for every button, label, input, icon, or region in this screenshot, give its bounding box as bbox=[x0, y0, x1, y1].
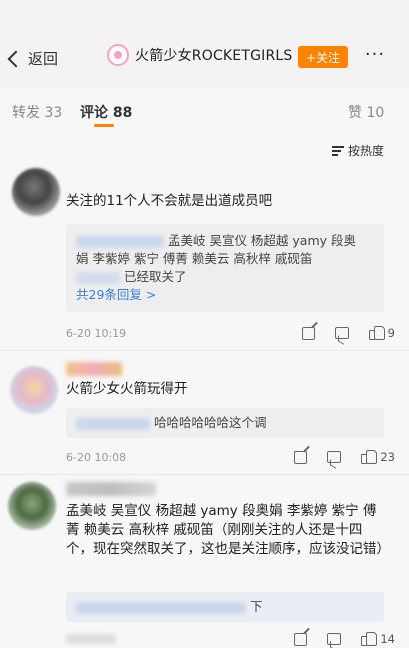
comment-actions: 9 bbox=[301, 326, 395, 340]
view-all-replies-link[interactable]: 共29条回复 > bbox=[76, 286, 374, 304]
reply-button[interactable] bbox=[327, 451, 342, 463]
thumbs-up-icon bbox=[361, 632, 378, 646]
comment-icon bbox=[334, 327, 349, 339]
timestamp: 6-20 10:19 bbox=[66, 326, 127, 340]
account-title[interactable]: 火箭少女ROCKETGIRLS bbox=[107, 44, 293, 66]
reply-user-name bbox=[76, 601, 246, 614]
account-avatar bbox=[107, 44, 129, 66]
user-name[interactable] bbox=[66, 482, 156, 496]
share-icon bbox=[294, 450, 308, 464]
divider bbox=[0, 350, 409, 351]
reply-preview[interactable]: 哈哈哈哈哈哈这个调 bbox=[66, 408, 384, 438]
avatar[interactable] bbox=[10, 366, 58, 414]
share-icon bbox=[294, 632, 308, 646]
comment-item: 关注的11个人不会就是出道成员吧 孟美岐 吴宣仪 杨超越 yamy 段奥 娟 李… bbox=[0, 168, 409, 354]
comment-text: 关注的11个人不会就是出道成员吧 bbox=[66, 193, 273, 209]
like-count: 23 bbox=[380, 450, 395, 464]
tab-likes[interactable]: 赞 10 bbox=[348, 102, 384, 122]
comment-text: 孟美岐 吴宣仪 杨超越 yamy 段奥娟 李紫婷 紫宁 傅菁 赖美云 高秋梓 戚… bbox=[66, 503, 390, 557]
share-button[interactable] bbox=[301, 326, 315, 340]
user-name[interactable] bbox=[66, 362, 122, 376]
divider bbox=[0, 474, 409, 475]
reply-preview[interactable]: 下 bbox=[66, 592, 384, 622]
back-label: 返回 bbox=[28, 50, 59, 68]
share-button[interactable] bbox=[294, 450, 308, 464]
share-icon bbox=[301, 326, 315, 340]
comment-item: 孟美岐 吴宣仪 杨超越 yamy 段奥娟 李紫婷 紫宁 傅菁 赖美云 高秋梓 戚… bbox=[0, 478, 409, 648]
sort-label: 按热度 bbox=[348, 144, 385, 158]
timestamp bbox=[66, 634, 116, 644]
reply-button[interactable] bbox=[334, 327, 349, 339]
share-button[interactable] bbox=[294, 632, 308, 646]
like-button[interactable]: 23 bbox=[361, 450, 395, 464]
sort-icon bbox=[332, 145, 344, 156]
avatar[interactable] bbox=[8, 482, 56, 530]
comment-icon bbox=[327, 633, 342, 645]
reply-preview[interactable]: 孟美岐 吴宣仪 杨超越 yamy 段奥 娟 李紫婷 紫宁 傅菁 赖美云 高秋梓 … bbox=[66, 224, 384, 312]
like-count: 9 bbox=[387, 326, 395, 340]
tab-comments[interactable]: 评论 88 bbox=[80, 102, 132, 122]
comment-meta: 6-20 10:08 23 bbox=[66, 448, 395, 466]
follow-button[interactable]: +关注 bbox=[298, 46, 348, 68]
comment-actions: 23 bbox=[294, 450, 395, 464]
thumbs-up-icon bbox=[368, 326, 385, 340]
reply-button[interactable] bbox=[327, 633, 342, 645]
account-name: 火箭少女ROCKETGIRLS bbox=[135, 48, 293, 64]
detail-tabs: 转发 33 评论 88 赞 10 bbox=[0, 88, 409, 130]
tab-reposts[interactable]: 转发 33 bbox=[12, 102, 62, 122]
reply-user-name bbox=[76, 235, 164, 248]
avatar[interactable] bbox=[12, 168, 60, 216]
timestamp: 6-20 10:08 bbox=[66, 450, 127, 464]
thumbs-up-icon bbox=[361, 450, 378, 464]
chevron-left-icon bbox=[7, 50, 25, 67]
sort-by-hot-button[interactable]: 按热度 bbox=[332, 142, 384, 159]
comment-meta: 6-20 10:19 9 bbox=[66, 324, 395, 342]
more-options-icon[interactable]: ··· bbox=[360, 44, 390, 68]
comment-item: 火箭少女火箭玩得开 哈哈哈哈哈哈这个调 6-20 10:08 23 bbox=[0, 360, 409, 470]
top-bar: 返回 火箭少女ROCKETGIRLS +关注 ··· bbox=[0, 0, 409, 88]
like-button[interactable]: 14 bbox=[361, 632, 395, 646]
like-count: 14 bbox=[380, 632, 395, 646]
reply-user-name bbox=[76, 417, 150, 430]
comment-icon bbox=[327, 451, 342, 463]
comment-actions: 14 bbox=[294, 632, 395, 646]
like-button[interactable]: 9 bbox=[368, 326, 395, 340]
back-button[interactable]: 返回 bbox=[7, 48, 59, 69]
comment-meta: 14 bbox=[66, 630, 395, 648]
comment-text: 火箭少女火箭玩得开 bbox=[66, 381, 188, 397]
reply-user-name bbox=[76, 271, 120, 284]
active-tab-indicator bbox=[94, 124, 114, 127]
